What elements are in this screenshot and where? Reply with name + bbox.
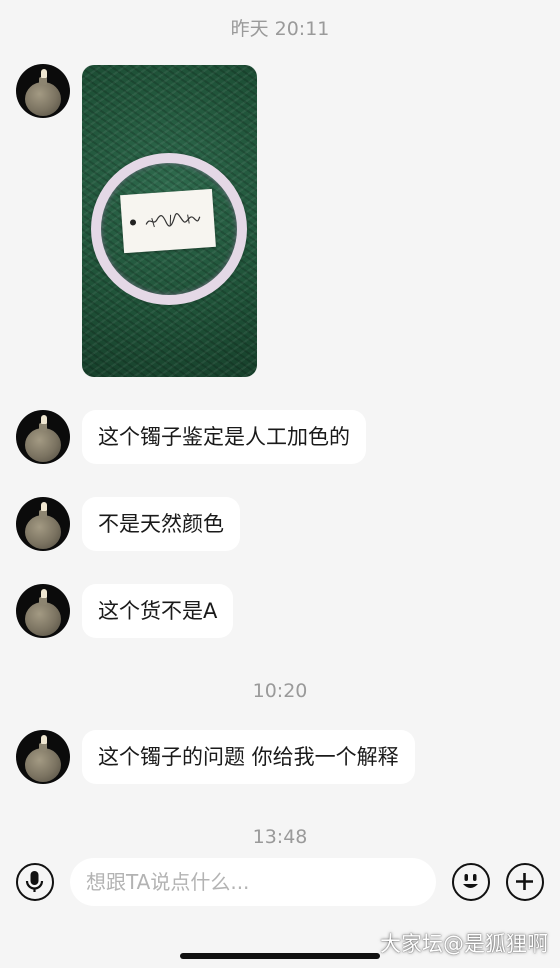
watermark: 大家坛@是狐狸啊 xyxy=(380,932,548,956)
contact-avatar[interactable] xyxy=(16,410,70,464)
timestamp: 10:20 xyxy=(252,680,308,702)
handwritten-tag xyxy=(120,188,216,254)
timestamp: 13:48 xyxy=(252,826,308,848)
message-bubble[interactable]: 这个镯子鉴定是人工加色的 xyxy=(82,410,366,464)
plus-icon[interactable] xyxy=(506,863,544,901)
message-bubble[interactable]: 这个货不是A xyxy=(82,584,234,638)
message-input[interactable]: 想跟TA说点什么... xyxy=(70,858,436,906)
contact-avatar[interactable] xyxy=(16,497,70,551)
home-indicator[interactable] xyxy=(180,953,380,959)
microphone-icon[interactable] xyxy=(16,863,54,901)
bangle-photo-message[interactable] xyxy=(82,65,257,377)
input-bar: 想跟TA说点什么... xyxy=(0,852,560,914)
contact-avatar[interactable] xyxy=(16,64,70,118)
contact-avatar[interactable] xyxy=(16,584,70,638)
contact-avatar[interactable] xyxy=(16,730,70,784)
smiley-icon[interactable] xyxy=(452,863,490,901)
message-bubble[interactable]: 这个镯子的问题 你给我一个解释 xyxy=(82,730,415,784)
handwriting-scribble xyxy=(145,213,201,228)
timestamp: 昨天 20:11 xyxy=(230,18,330,40)
message-bubble[interactable]: 不是天然颜色 xyxy=(82,497,240,551)
